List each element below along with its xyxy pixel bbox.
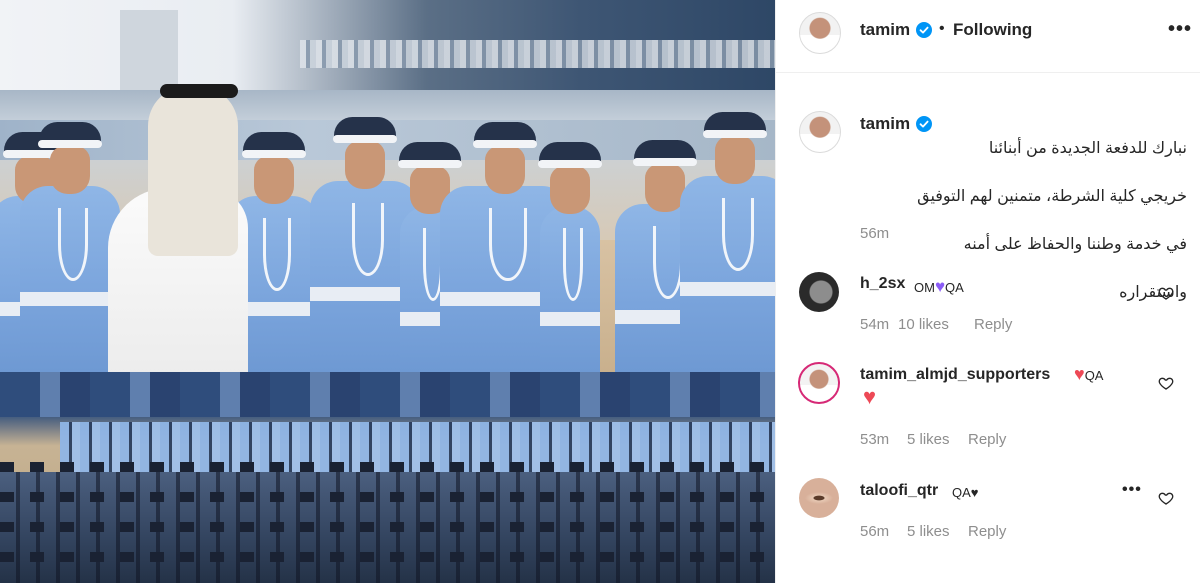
following-button[interactable]: Following — [953, 20, 1032, 40]
comment-text-part: QA — [945, 280, 964, 295]
comment-text-part: OM — [914, 280, 935, 295]
commenter-avatar[interactable] — [799, 478, 839, 518]
like-comment-heart-icon[interactable] — [1158, 490, 1174, 506]
comment-likes[interactable]: 5 likes — [907, 431, 950, 448]
comment-text-part: QA — [1084, 368, 1104, 383]
like-comment-heart-icon[interactable] — [1158, 285, 1174, 301]
red-heart-emoji: ♥ — [863, 384, 877, 409]
like-comment-heart-icon[interactable] — [1158, 375, 1174, 391]
post-caption: نبارك للدفعة الجديدة من أبنائنا خريجي كل… — [860, 113, 1187, 329]
caption-author-avatar[interactable] — [799, 111, 841, 153]
comment-likes[interactable]: 10 likes — [898, 316, 949, 333]
reply-button[interactable]: Reply — [974, 316, 1012, 333]
post-side-panel: tamim • Following ••• tamim نبارك للدفعة… — [775, 0, 1200, 583]
comment-timestamp: 54m — [860, 316, 890, 333]
grandstand-crowd — [300, 40, 775, 68]
cadet-figure — [680, 112, 775, 372]
comment-timestamp: 53m — [860, 431, 890, 448]
cap-row — [0, 552, 775, 562]
caption-line: في خدمة وطننا والحفاظ على أمنه — [963, 236, 1187, 253]
photo-ceremony-top — [0, 0, 775, 372]
cap-row — [0, 492, 775, 502]
reply-button[interactable]: Reply — [968, 431, 1006, 448]
comment-username[interactable]: h_2sx — [860, 275, 905, 293]
caption-line: نبارك للدفعة الجديدة من أبنائنا — [988, 140, 1187, 157]
caption-line: خريجي كلية الشرطة، متمنين لهم التوفيق — [917, 188, 1187, 205]
photo-ceremony-bottom — [0, 372, 775, 583]
cap-row — [0, 462, 775, 472]
comment-text: ♥QA — [1074, 364, 1103, 385]
caption-line: واستقراره — [1119, 284, 1187, 301]
more-options-icon[interactable]: ••• — [1168, 18, 1192, 41]
comment-timestamp: 56m — [860, 523, 890, 540]
cadet-figure — [20, 122, 120, 372]
verified-badge-icon — [916, 22, 932, 38]
caption-timestamp: 56m — [860, 225, 890, 242]
red-heart-emoji: ♥ — [1074, 364, 1085, 384]
hall-banner — [0, 372, 775, 417]
commenter-avatar[interactable] — [799, 272, 839, 312]
comment-more-options-icon[interactable]: ••• — [1122, 481, 1142, 499]
cadet-figure — [538, 142, 602, 372]
comment-likes[interactable]: 5 likes — [907, 523, 950, 540]
comment-text: QA♥ — [952, 485, 979, 500]
purple-heart-emoji: ♥ — [934, 277, 946, 296]
author-avatar[interactable] — [799, 12, 841, 54]
comment-username[interactable]: taloofi_qtr — [860, 482, 938, 500]
emir-figure — [108, 78, 248, 372]
reply-button[interactable]: Reply — [968, 523, 1006, 540]
comment-username[interactable]: tamim_almjd_supporters — [860, 366, 1050, 384]
post-photo[interactable] — [0, 0, 775, 583]
cap-row — [0, 522, 775, 532]
commenter-avatar[interactable] — [798, 362, 840, 404]
comment-text: OM♥QA — [914, 277, 964, 297]
post-header: tamim • Following ••• — [776, 0, 1200, 73]
separator-dot: • — [939, 20, 945, 37]
author-username[interactable]: tamim — [860, 20, 910, 40]
